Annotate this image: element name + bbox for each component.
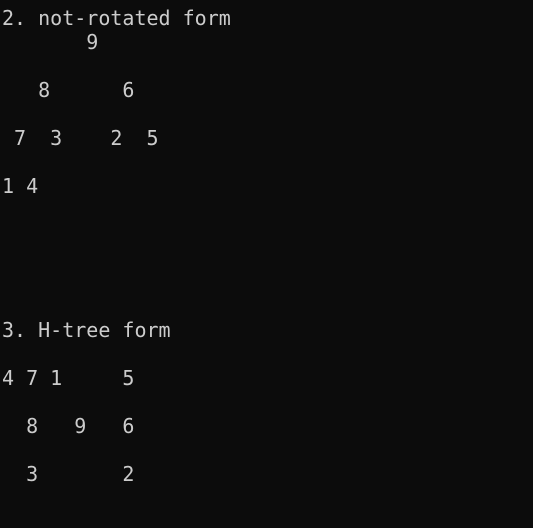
section-heading-h-tree: 3. H-tree form [2,318,171,342]
tree-level-4: 1 4 [2,174,39,198]
tree-level-1: 9 [2,30,99,54]
tree-level-3: 7 3 2 5 [2,126,159,150]
section-heading-not-rotated: 2. not-rotated form [2,6,231,30]
h-tree-row-3: 3 2 [2,462,135,486]
console-window[interactable]: 2. not-rotated form 9 8 6 7 3 2 5 1 4 3.… [0,0,533,528]
tree-level-2: 8 6 [2,78,135,102]
h-tree-row-2: 8 9 6 [2,414,135,438]
h-tree-row-1: 4 7 1 5 [2,366,135,390]
